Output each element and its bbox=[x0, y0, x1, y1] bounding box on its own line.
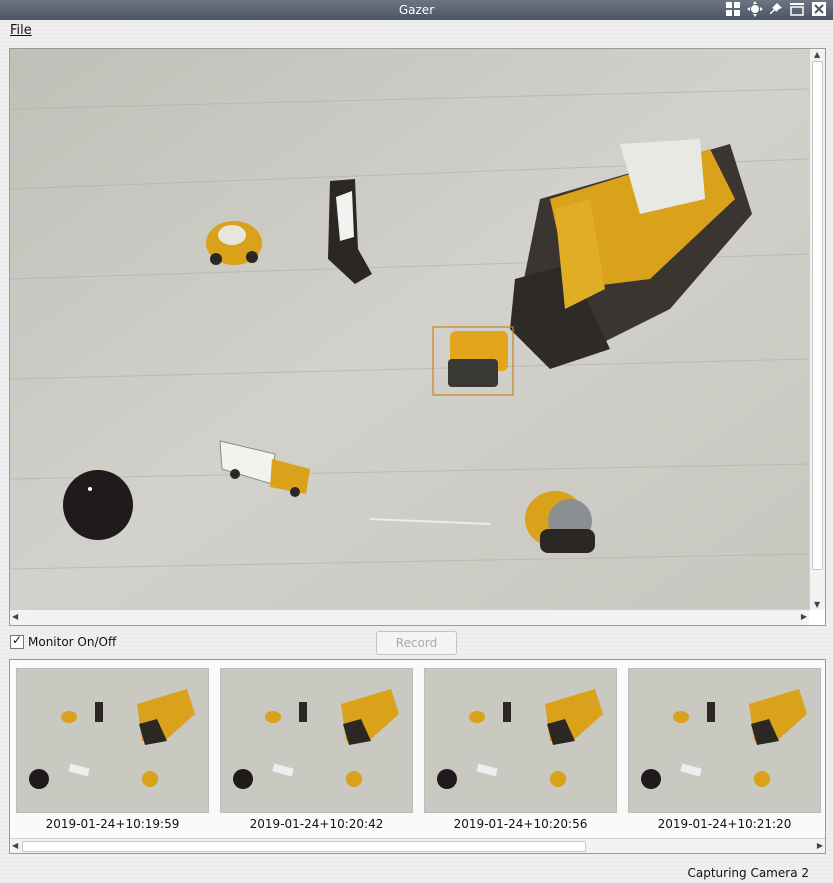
pin-icon[interactable] bbox=[769, 2, 783, 16]
thumbnail-strip[interactable]: 2019-01-24+10:19:59 2019-01-24+10:20:42 bbox=[9, 659, 826, 854]
thumbnail-item[interactable]: 2019-01-24+10:20:56 bbox=[424, 668, 617, 831]
black-ball bbox=[63, 470, 133, 540]
thumbnail-timestamp: 2019-01-24+10:21:20 bbox=[657, 817, 792, 831]
vertical-scroll-thumb[interactable] bbox=[812, 61, 823, 570]
menu-file-label: File bbox=[10, 23, 32, 38]
thumbnail-timestamp: 2019-01-24+10:20:42 bbox=[249, 817, 384, 831]
menu-bar: File bbox=[0, 20, 833, 40]
small-car-toy bbox=[206, 221, 262, 265]
thumbnail-image[interactable] bbox=[628, 668, 821, 813]
window-title: Gazer bbox=[398, 3, 435, 17]
move-icon[interactable] bbox=[747, 1, 763, 17]
scroll-left-icon[interactable]: ◀ bbox=[12, 841, 18, 850]
scroll-left-icon[interactable]: ◀ bbox=[12, 612, 18, 621]
scroll-right-icon[interactable]: ▶ bbox=[817, 841, 823, 850]
scroll-up-icon[interactable]: ▲ bbox=[814, 50, 820, 59]
camera-frame bbox=[10, 49, 809, 610]
monitor-label: Monitor On/Off bbox=[28, 635, 117, 649]
record-button[interactable]: Record bbox=[376, 631, 457, 655]
close-icon[interactable] bbox=[811, 1, 827, 17]
horizontal-scrollbar[interactable]: ◀ ▶ bbox=[10, 609, 809, 625]
minimize-icon[interactable] bbox=[789, 1, 805, 17]
thumbnail-item[interactable]: 2019-01-24+10:20:42 bbox=[220, 668, 413, 831]
thumbnail-timestamp: 2019-01-24+10:19:59 bbox=[45, 817, 180, 831]
scroll-right-icon[interactable]: ▶ bbox=[801, 612, 807, 621]
title-bar: Gazer bbox=[0, 0, 833, 20]
status-text: Capturing Camera 2 bbox=[687, 866, 809, 880]
thumbnail-item[interactable]: 2019-01-24+10:19:59 bbox=[16, 668, 209, 831]
thumbnail-image[interactable] bbox=[16, 668, 209, 813]
menu-file[interactable]: File bbox=[10, 23, 32, 38]
thumbnail-timestamp: 2019-01-24+10:20:56 bbox=[453, 817, 588, 831]
vertical-scrollbar[interactable]: ▲ ▼ bbox=[809, 49, 825, 610]
grid-icon[interactable] bbox=[725, 1, 741, 17]
thumbnail-item[interactable]: 2019-01-24+10:21:20 bbox=[628, 668, 821, 831]
thumbnail-image[interactable] bbox=[424, 668, 617, 813]
scroll-down-icon[interactable]: ▼ bbox=[814, 600, 820, 609]
thumbnail-image[interactable] bbox=[220, 668, 413, 813]
camera-view[interactable]: ▲ ▼ ◀ ▶ bbox=[9, 48, 826, 626]
monitor-checkbox[interactable] bbox=[10, 633, 24, 649]
thumbnail-scroll-thumb[interactable] bbox=[22, 841, 586, 852]
thumbnail-scrollbar[interactable]: ◀ ▶ bbox=[10, 838, 825, 853]
monitor-toggle[interactable]: Monitor On/Off bbox=[10, 633, 117, 649]
